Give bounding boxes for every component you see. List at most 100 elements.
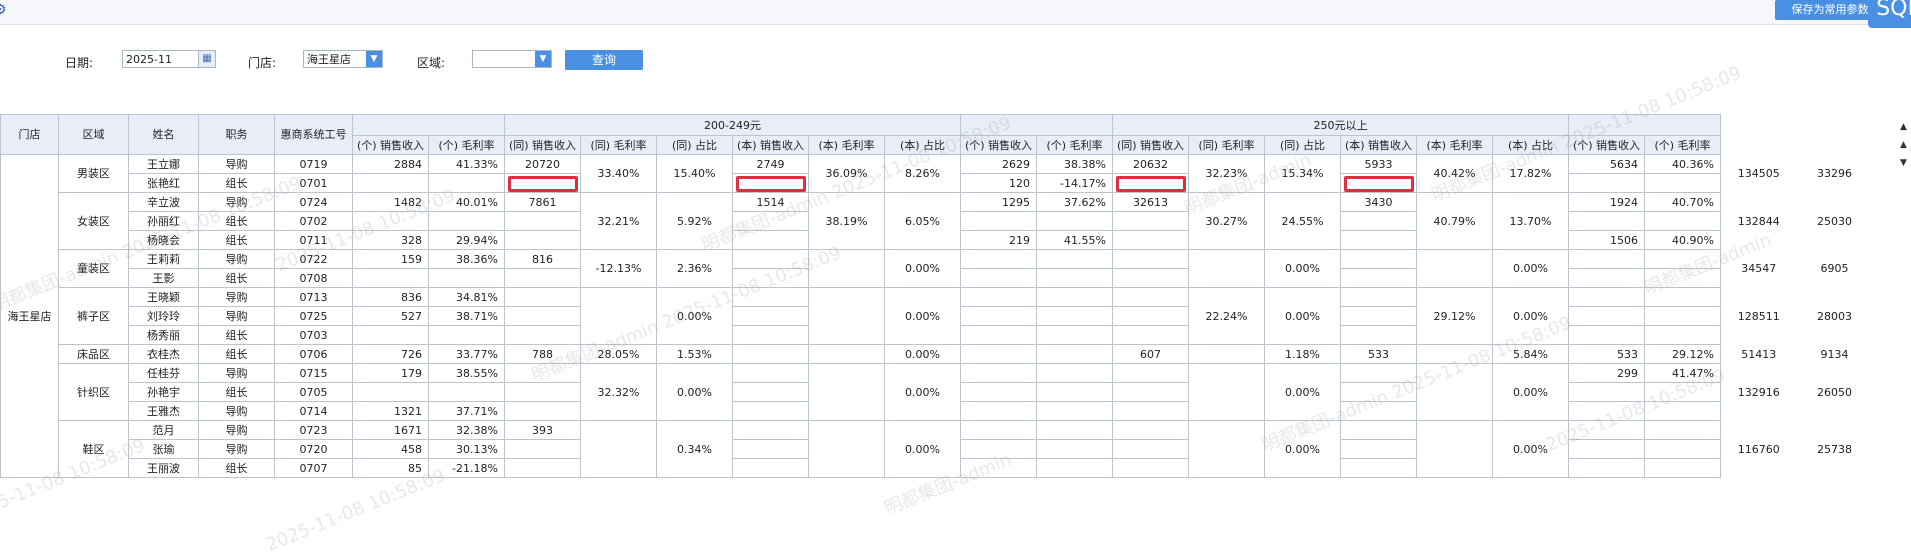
group-value-cell: 0.00%: [884, 344, 961, 364]
settings-sliders-icon[interactable]: ⚙: [0, 0, 16, 20]
query-button[interactable]: 查询: [565, 50, 643, 70]
subheader-col: (个) 毛利率: [1036, 135, 1113, 155]
group-value-cell: 13.70%: [1492, 192, 1569, 250]
group-value-cell: [732, 439, 809, 459]
value-cell: 37.62%: [1036, 192, 1113, 212]
group-value-cell: [1112, 458, 1189, 478]
area-select[interactable]: ▼: [472, 50, 552, 68]
value-cell: 29.94%: [428, 230, 505, 250]
group-value-cell: 17.82%: [1492, 154, 1569, 193]
group-value-cell: [732, 211, 809, 231]
value-cell: 159: [352, 249, 429, 269]
group-value-cell: [1188, 249, 1265, 288]
value-cell: [1036, 325, 1113, 345]
value-cell: 85: [352, 458, 429, 478]
header-store: 门店: [0, 114, 59, 155]
total-profit-cell: 33296: [1817, 167, 1852, 180]
subheader-col: (同) 占比: [1264, 135, 1341, 155]
value-cell: [1568, 401, 1645, 421]
group-value-cell: [732, 458, 809, 478]
value-cell: [428, 211, 505, 231]
total-sales-cell: 116760: [1737, 442, 1780, 456]
header-group-blank: [960, 114, 1113, 136]
group-value-cell: [732, 382, 809, 402]
group-value-cell: 22.24%: [1188, 287, 1265, 345]
value-cell: [960, 211, 1037, 231]
value-cell: [1568, 268, 1645, 288]
group-value-cell: 5.84%: [1492, 344, 1569, 364]
role-cell: 组长: [198, 325, 275, 345]
area-cell: 针织区: [58, 363, 129, 421]
staff-name-cell: 刘玲玲: [128, 306, 199, 326]
group-value-cell: [732, 249, 809, 269]
group-value-cell: 0.00%: [1492, 420, 1569, 478]
group-value-cell: 1.18%: [1264, 344, 1341, 364]
area-cell: 男装区: [58, 154, 129, 193]
value-cell: [960, 306, 1037, 326]
subheader-col: (本) 占比: [1492, 135, 1569, 155]
group-value-cell: [504, 268, 581, 288]
value-cell: 299: [1568, 363, 1645, 383]
scroll-arrows[interactable]: ▲ ▲ ▼: [1900, 118, 1907, 172]
date-field[interactable]: 2025-11 ▦: [122, 50, 216, 68]
group-value-cell: 15.34%: [1264, 154, 1341, 193]
staff-id-cell: 0719: [274, 154, 353, 174]
value-cell: 40.01%: [428, 192, 505, 212]
group-value-cell: 40.79%: [1416, 192, 1493, 250]
total-profit-cell: 9134: [1820, 347, 1849, 361]
group-value-cell: [732, 173, 809, 193]
group-value-cell: [1340, 306, 1417, 326]
value-cell: 533: [1568, 344, 1645, 364]
value-cell: [352, 173, 429, 193]
header-role: 职务: [198, 114, 275, 155]
staff-id-cell: 0706: [274, 344, 353, 364]
value-cell: [1644, 420, 1721, 440]
chevron-down-icon[interactable]: ▼: [535, 51, 551, 67]
group-value-cell: 0.00%: [884, 363, 961, 421]
value-cell: [1036, 287, 1113, 307]
value-cell: 1482: [352, 192, 429, 212]
value-cell: [1644, 439, 1721, 459]
value-cell: 38.38%: [1036, 154, 1113, 174]
table-row: 海王星店 男装区 王立娜 导购 0719 2884 41.33% 20720 33.40% 15.…: [0, 154, 1873, 478]
highlight-marker: [507, 175, 578, 192]
value-cell: [1568, 420, 1645, 440]
group-value-cell: 32613: [1112, 192, 1189, 212]
value-cell: [960, 420, 1037, 440]
group-value-cell: 393: [504, 420, 581, 440]
group-value-cell: 6.05%: [884, 192, 961, 250]
value-cell: 2884: [352, 154, 429, 174]
value-cell: 836: [352, 287, 429, 307]
group-value-cell: [1340, 382, 1417, 402]
role-cell: 导购: [198, 249, 275, 269]
role-cell: 导购: [198, 287, 275, 307]
chevron-down-icon[interactable]: ▼: [366, 51, 382, 67]
value-cell: 5634: [1568, 154, 1645, 174]
value-cell: [1036, 420, 1113, 440]
group-value-cell: [732, 268, 809, 288]
staff-id-cell: 0708: [274, 268, 353, 288]
subheader-col: (同) 销售收入: [1112, 135, 1189, 155]
subheader-col: (本) 占比: [884, 135, 961, 155]
calendar-icon[interactable]: ▦: [198, 51, 215, 67]
group-value-cell: [808, 420, 885, 478]
value-cell: 29.12%: [1644, 344, 1721, 364]
group-value-cell: [580, 420, 657, 478]
value-cell: [1568, 249, 1645, 269]
total-profit-cell: 25030: [1817, 214, 1852, 228]
group-value-cell: [504, 439, 581, 459]
header-group-250-plus: 250元以上: [1112, 114, 1569, 136]
highlight-marker: [1115, 175, 1186, 192]
table-row: 童装区 王莉莉 导购 0722 159 38.36% 816 -12.13% 2.36% 0.00…: [1, 249, 1873, 288]
group-value-cell: 0.00%: [1264, 287, 1341, 345]
group-value-cell: [504, 230, 581, 250]
header-name: 姓名: [128, 114, 199, 155]
value-cell: 33.77%: [428, 344, 505, 364]
group-value-cell: 788: [504, 344, 581, 364]
area-cell: 童装区: [58, 249, 129, 288]
store-select[interactable]: 海王星店 ▼: [303, 50, 383, 68]
total-profit-cell: 25738: [1817, 442, 1852, 456]
value-cell: 458: [352, 439, 429, 459]
staff-name-cell: 任桂芬: [128, 363, 199, 383]
sql-button[interactable]: SQL: [1868, 0, 1911, 28]
